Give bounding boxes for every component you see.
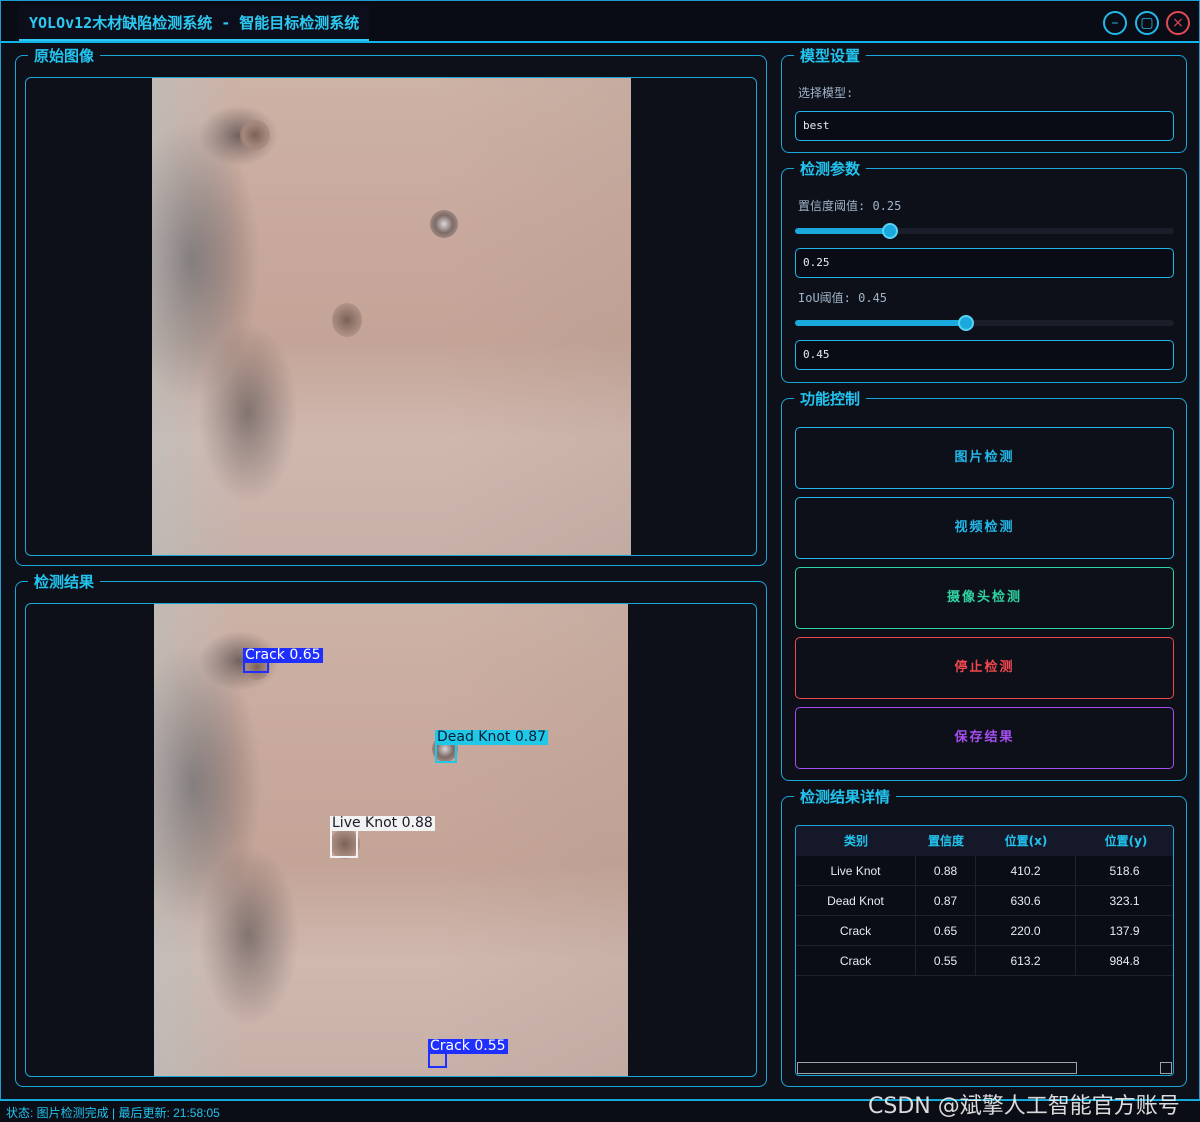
table-row[interactable]: Live Knot 0.88 410.2 518.6: [796, 856, 1173, 886]
table-cell: Dead Knot: [796, 886, 916, 916]
conf-slider-handle[interactable]: [881, 223, 898, 239]
minimize-icon[interactable]: –: [1103, 11, 1127, 35]
scroll-corner: [1160, 1062, 1172, 1074]
column-header-confidence[interactable]: 置信度: [916, 826, 976, 856]
function-control-title: 功能控制: [794, 389, 867, 409]
detection-result-group: 检测结果 Crack 0.65 Dead Knot 0.87 Live Knot…: [15, 572, 767, 1087]
result-wood-image: Crack 0.65 Dead Knot 0.87 Live Knot 0.88…: [154, 604, 628, 1076]
iou-slider-handle[interactable]: [957, 315, 974, 331]
save-result-button[interactable]: 保存结果: [795, 707, 1174, 769]
column-header-class[interactable]: 类别: [796, 826, 916, 856]
table-cell: 613.2: [976, 946, 1076, 976]
table-cell: 984.8: [1109, 954, 1140, 968]
table-cell: 518.6: [1109, 864, 1140, 878]
watermark-text: CSDN @斌擎人工智能官方账号: [868, 1094, 1180, 1119]
video-detect-button[interactable]: 视频检测: [795, 497, 1174, 559]
table-cell: 137.9: [1109, 924, 1140, 938]
table-cell: 0.87: [916, 886, 976, 916]
table-cell: 0.65: [916, 916, 976, 946]
conf-threshold-slider[interactable]: [795, 223, 1174, 239]
maximize-icon[interactable]: ▢: [1135, 11, 1159, 35]
function-control-group: 功能控制 图片检测 视频检测 摄像头检测 停止检测 保存结果: [781, 389, 1187, 781]
iou-slider-fill: [795, 320, 966, 326]
table-cell: Crack: [796, 916, 916, 946]
status-text: 状态: 图片检测完成 | 最后更新: 21:58:05: [6, 1106, 220, 1120]
detection-box: [428, 1052, 447, 1068]
original-image-group: 原始图像: [15, 46, 767, 566]
close-icon[interactable]: ×: [1166, 11, 1190, 35]
table-cell: 410.2: [976, 856, 1076, 886]
table-row[interactable]: Crack 0.65 220.0 137.9: [796, 916, 1173, 946]
detection-box: [435, 743, 457, 763]
image-detect-button[interactable]: 图片检测: [795, 427, 1174, 489]
table-cell: Live Knot: [796, 856, 916, 886]
column-header-y[interactable]: 位置(y): [1076, 826, 1173, 856]
original-image-frame: [25, 77, 757, 556]
iou-threshold-label: IoU阈值: 0.45: [798, 291, 888, 305]
iou-threshold-input[interactable]: 0.45: [795, 340, 1174, 370]
table-row[interactable]: Dead Knot 0.87 630.6 323.1: [796, 886, 1173, 916]
knot-mark: [240, 120, 270, 150]
table-cell: 323.1: [1109, 894, 1140, 908]
table-header: 类别 置信度 位置(x) 位置(y): [796, 826, 1173, 856]
table-cell: 630.6: [976, 886, 1076, 916]
knot-mark: [430, 210, 458, 238]
original-image-title: 原始图像: [28, 46, 101, 66]
conf-threshold-label: 置信度阈值: 0.25: [798, 199, 902, 213]
result-image-frame: Crack 0.65 Dead Knot 0.87 Live Knot 0.88…: [25, 603, 757, 1077]
model-select-label: 选择模型:: [798, 86, 854, 100]
conf-threshold-input[interactable]: 0.25: [795, 248, 1174, 278]
results-table[interactable]: 类别 置信度 位置(x) 位置(y) Live Knot 0.88 410.2 …: [795, 825, 1174, 1076]
table-row[interactable]: Crack 0.55 613.2 984.8: [796, 946, 1173, 976]
results-detail-title: 检测结果详情: [794, 787, 897, 807]
model-select[interactable]: best: [795, 111, 1174, 141]
stop-detect-button[interactable]: 停止检测: [795, 637, 1174, 699]
conf-slider-fill: [795, 228, 890, 234]
horizontal-scrollbar[interactable]: [797, 1062, 1077, 1074]
detection-params-group: 检测参数 置信度阈值: 0.25 0.25 IoU阈值: 0.45 0.45: [781, 159, 1187, 383]
detection-result-title: 检测结果: [28, 572, 101, 592]
model-settings-title: 模型设置: [794, 46, 867, 66]
detection-params-title: 检测参数: [794, 159, 867, 179]
camera-detect-button[interactable]: 摄像头检测: [795, 567, 1174, 629]
original-wood-image: [152, 78, 631, 555]
detection-box: [243, 660, 269, 673]
table-cell: 0.88: [916, 856, 976, 886]
model-settings-group: 模型设置 选择模型: best: [781, 46, 1187, 153]
results-detail-group: 检测结果详情 类别 置信度 位置(x) 位置(y) Live Knot 0.88…: [781, 787, 1187, 1087]
table-cell: 220.0: [976, 916, 1076, 946]
title-bar: YOLOv12木材缺陷检测系统 - 智能目标检测系统 – ▢ ×: [1, 1, 1199, 43]
window-title: YOLOv12木材缺陷检测系统 - 智能目标检测系统: [19, 5, 370, 41]
iou-threshold-slider[interactable]: [795, 315, 1174, 331]
column-header-x[interactable]: 位置(x): [976, 826, 1076, 856]
knot-mark: [332, 303, 362, 337]
table-cell: 0.55: [916, 946, 976, 976]
app-window: YOLOv12木材缺陷检测系统 - 智能目标检测系统 – ▢ × 原始图像 检测…: [0, 0, 1200, 1100]
detection-box: [330, 829, 358, 858]
table-cell: Crack: [796, 946, 916, 976]
